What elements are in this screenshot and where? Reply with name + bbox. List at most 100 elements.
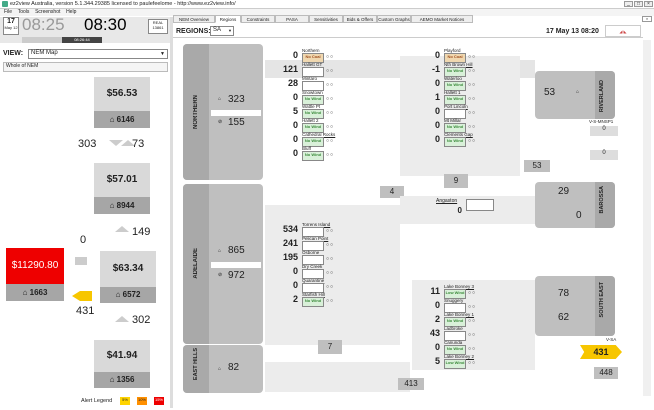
- unit-indicator-icon: ○○: [468, 318, 477, 324]
- unit-indicator-icon: ○○: [468, 124, 477, 130]
- title-bar: ez2view Australia, version 5.1.344.29385…: [0, 0, 654, 9]
- unit-status-badge: Low Wind: [444, 359, 466, 369]
- unit-mw: 121: [282, 64, 298, 74]
- unit-mw: 28: [287, 78, 298, 88]
- chevron-down-icon: ▼: [228, 28, 232, 33]
- northern-label: NORTHERN: [193, 95, 199, 129]
- southeast-gen: 62: [558, 312, 570, 323]
- chevron-down-icon: ▼: [160, 51, 165, 57]
- adelaide-demand: 865: [228, 245, 245, 256]
- tab-nem-overview[interactable]: NEM Overview: [173, 15, 215, 23]
- unit-mw: 1: [434, 92, 440, 102]
- unit-mw: 0: [434, 78, 440, 88]
- unit-mw: -1: [431, 64, 440, 74]
- unit-indicator-icon: ○○: [326, 270, 335, 276]
- mnsp-b: 0: [590, 150, 618, 160]
- view-sub-select[interactable]: Whole of NEM: [3, 62, 168, 72]
- unit-mw: 0: [434, 106, 440, 116]
- unit-indicator-icon: ○○: [468, 68, 477, 74]
- unit-mw: 0: [292, 50, 298, 60]
- flow-qni-a: 303: [78, 138, 97, 150]
- nsw-price[interactable]: $57.01: [94, 163, 150, 197]
- unit-mw: 11: [430, 286, 440, 296]
- minimize-button[interactable]: _: [624, 1, 633, 7]
- scrollbar[interactable]: [643, 40, 651, 396]
- unit-indicator-icon: ○○: [326, 256, 335, 262]
- riverland-label-bar: [595, 71, 615, 119]
- alert-legend-label: Alert Legend: [81, 398, 113, 404]
- tab-sensitivities[interactable]: Sensitivities: [309, 15, 343, 23]
- unit-indicator-icon: ○○: [326, 68, 335, 74]
- adelaide-gen: 972: [228, 270, 245, 281]
- unit-angaston-name[interactable]: Angaston: [436, 198, 457, 204]
- nsw-demand-box: ⌂ 8944: [94, 197, 150, 214]
- menu-help[interactable]: Help: [66, 9, 76, 15]
- tas-demand: 1356: [116, 375, 135, 384]
- unit-mw: 2: [434, 314, 440, 324]
- tas-price[interactable]: $41.94: [94, 340, 150, 372]
- tab-regions[interactable]: Regions: [215, 15, 241, 23]
- view-select[interactable]: NEM Map ▼: [28, 49, 168, 59]
- region-select[interactable]: SA ▼: [210, 26, 234, 36]
- view-select-value: NEM Map: [31, 50, 58, 56]
- vsa-label: V-SA: [606, 337, 617, 342]
- tab-aemo-notices[interactable]: AEMO Market Notices: [411, 15, 473, 23]
- alert-level-3: 15%: [154, 397, 164, 405]
- northern-bar: [211, 110, 261, 116]
- unit-mw: 0: [292, 266, 298, 276]
- flow-448: 448: [594, 367, 618, 379]
- easthills-demand: 82: [228, 362, 240, 373]
- tab-bids-offers[interactable]: Bids & Offers: [343, 15, 377, 23]
- close-tab-button[interactable]: ×: [642, 16, 652, 22]
- mnsp-a: 0: [590, 126, 618, 136]
- house-icon: ⌂: [109, 115, 117, 124]
- maximize-button[interactable]: □: [634, 1, 643, 7]
- unit-angaston-chart: [466, 199, 494, 211]
- vic-price[interactable]: $63.34: [100, 251, 156, 287]
- unit-mw: 0: [292, 148, 298, 158]
- flow-53: 53: [524, 160, 550, 172]
- date-day: 17: [7, 18, 15, 25]
- view-label: VIEW:: [3, 50, 24, 57]
- close-button[interactable]: ×: [644, 1, 653, 7]
- tab-pasa[interactable]: PASA: [275, 15, 309, 23]
- easthills-band: [265, 362, 410, 392]
- unit-indicator-icon: ○○: [468, 332, 477, 338]
- sa-price[interactable]: $11290.80: [6, 248, 64, 284]
- menu-file[interactable]: File: [4, 9, 12, 15]
- northern-demand: 323: [228, 94, 245, 105]
- nem-time: 08:26:44: [62, 37, 102, 43]
- alert-level-1: 5%: [120, 397, 130, 405]
- time-progress-bar: [22, 37, 62, 43]
- qld-price[interactable]: $56.53: [94, 77, 150, 111]
- house-icon: ⌂: [218, 96, 222, 102]
- house-icon: ⌂: [576, 89, 580, 95]
- date-widget: 17 May 12: [3, 17, 19, 35]
- splitter-handle[interactable]: [170, 17, 173, 408]
- logo: ◢ ◣: [605, 25, 641, 37]
- sa-demand-box: ⌂ 1663: [6, 284, 64, 301]
- sa-demand: 1663: [29, 288, 48, 297]
- tab-custom-graphs[interactable]: Custom Graphs: [377, 15, 411, 23]
- unit-mw: 0: [292, 134, 298, 144]
- vic-demand: 6572: [122, 290, 141, 299]
- unit-mw: 2: [292, 294, 298, 304]
- clock-dispatch: 08:30: [84, 15, 127, 34]
- unit-indicator-icon: ○○: [468, 138, 477, 144]
- window-title: ez2view Australia, version 5.1.344.29385…: [10, 1, 236, 7]
- unit-indicator-icon: ○○: [468, 82, 477, 88]
- unit-status-badge: No Wind: [302, 297, 324, 307]
- real-badge: REAL 13861: [148, 19, 168, 34]
- unit-mw: 43: [429, 328, 440, 338]
- real-sub: 13861: [152, 25, 164, 30]
- house-icon: ⌂: [115, 290, 123, 299]
- vsmnsp-label: V-S-MNSP1: [589, 119, 614, 124]
- unit-indicator-icon: ○○: [326, 298, 335, 304]
- view-sub-label: Whole of NEM: [6, 63, 39, 69]
- tab-strip: NEM Overview Regions Constraints PASA Se…: [173, 15, 643, 23]
- region-select-value: SA: [213, 27, 222, 33]
- tab-constraints[interactable]: Constraints: [241, 15, 275, 23]
- house-icon: ⌂: [109, 375, 117, 384]
- house-icon: ⌂: [218, 366, 222, 372]
- regions-label: REGIONS:: [176, 28, 211, 35]
